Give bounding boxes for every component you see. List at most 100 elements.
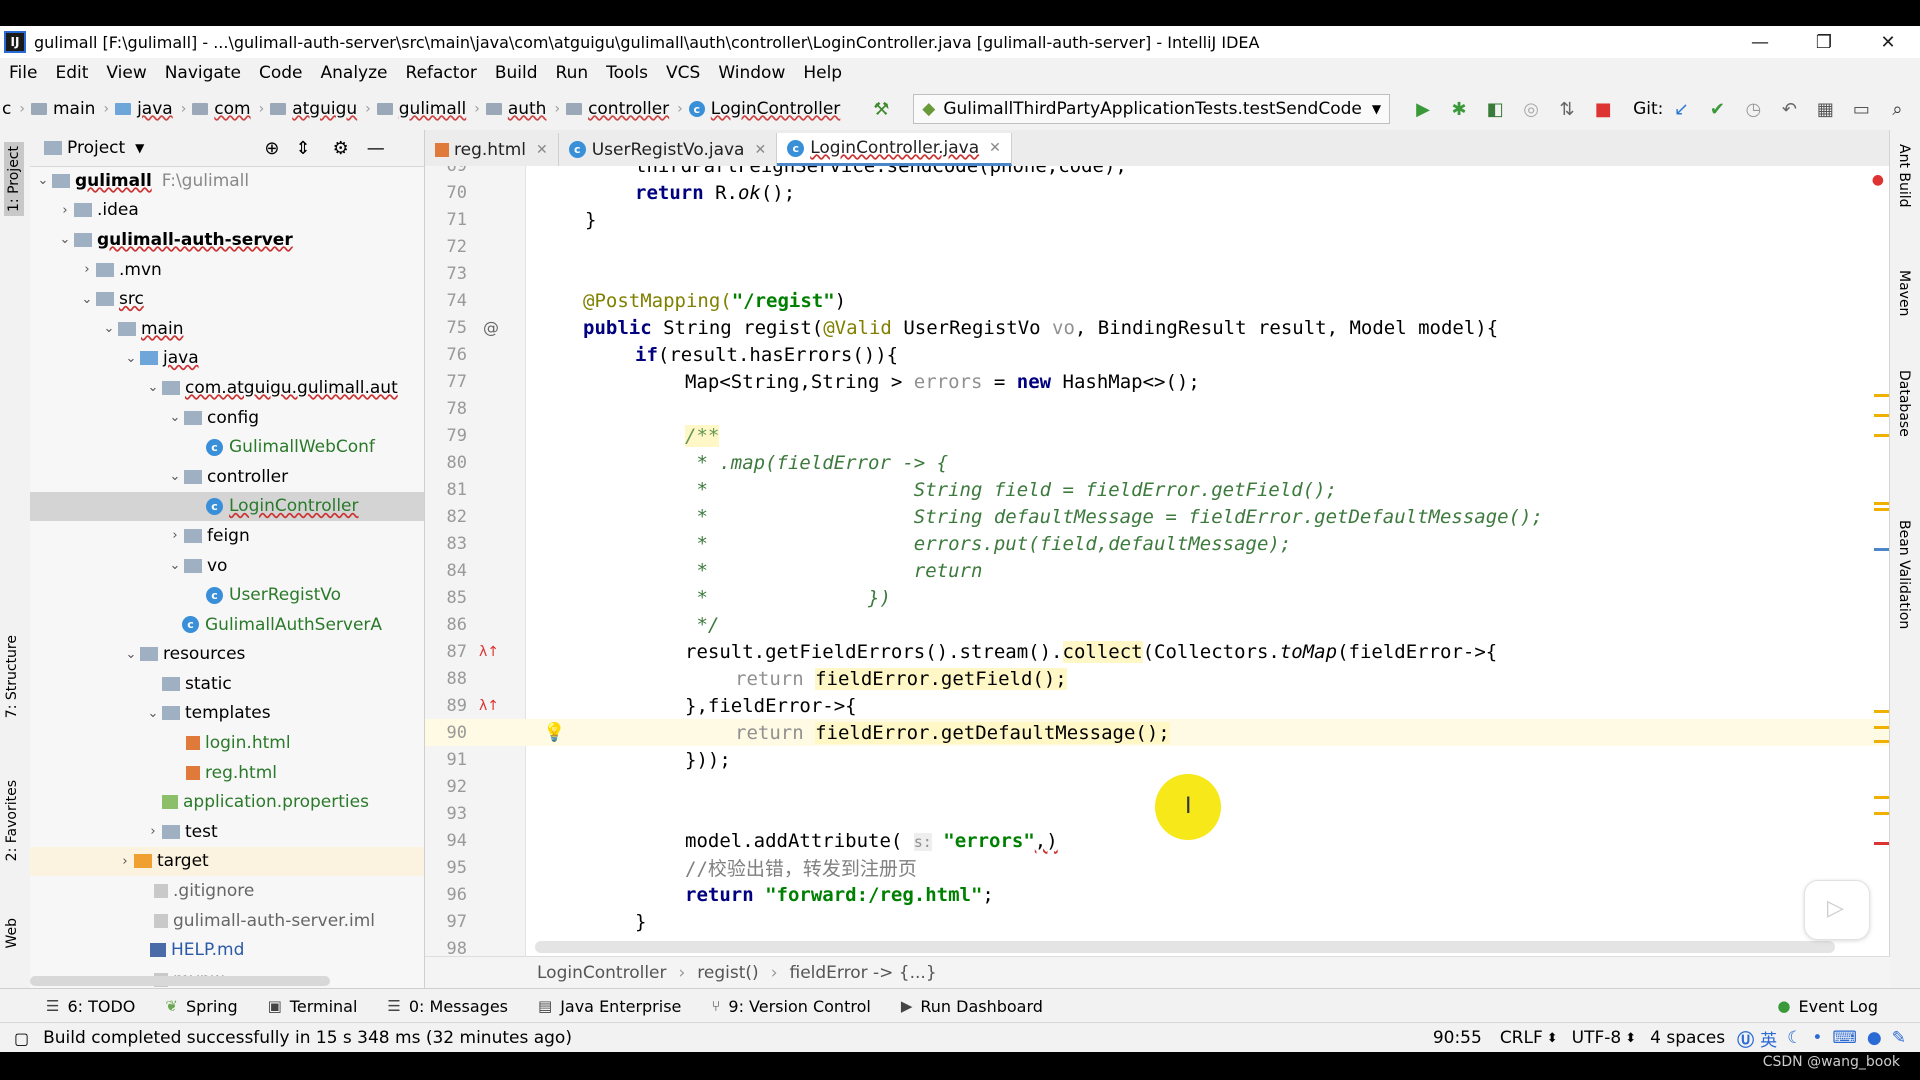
marker[interactable] [1874, 394, 1890, 397]
nav-crumb-gulimall[interactable]: gulimall › [376, 99, 480, 119]
menu-code[interactable]: Code [259, 63, 303, 83]
moon-icon[interactable]: ☾ [1787, 1028, 1802, 1048]
tab-logincontroller[interactable]: c LoginController.java ✕ [777, 133, 1012, 166]
tab-project-tool[interactable]: 1: Project [4, 142, 24, 216]
locate-icon[interactable]: ⊕ [264, 138, 279, 159]
breadcrumb-class[interactable]: LoginController [537, 963, 666, 983]
tree-item[interactable]: › target [30, 846, 424, 877]
todo-tool-button[interactable]: ☰ 6: TODO [46, 997, 135, 1016]
tree-item[interactable]: c GulimallWebConf [30, 432, 424, 462]
spring-tool-button[interactable]: ❦ Spring [165, 997, 237, 1016]
marker[interactable] [1874, 740, 1890, 743]
presentation-icon[interactable]: ▭ [1848, 96, 1874, 122]
git-commit-icon[interactable]: ✔ [1704, 96, 1730, 122]
menu-edit[interactable]: Edit [55, 63, 88, 83]
ime-logo-icon[interactable]: Ⓤ [1737, 1026, 1754, 1051]
marker[interactable] [1874, 842, 1890, 845]
menu-run[interactable]: Run [556, 63, 589, 83]
git-history-icon[interactable]: ◷ [1740, 96, 1766, 122]
status-panel-toggle-icon[interactable]: ▢ [14, 1029, 29, 1048]
tree-item[interactable]: › .mvn [30, 255, 424, 285]
run-dashboard-tool-button[interactable]: ▶ Run Dashboard [901, 997, 1043, 1016]
tree-item[interactable]: gulimall-auth-server.iml [30, 906, 424, 936]
version-control-tool-button[interactable]: ⑂ 9: Version Control [711, 997, 870, 1016]
tree-item-root[interactable]: ⌄ gulimall F:\gulimall [30, 166, 424, 196]
caret-position[interactable]: 90:55 [1433, 1028, 1482, 1048]
restore-icon[interactable]: ❐ [1792, 26, 1856, 58]
menu-tools[interactable]: Tools [606, 63, 648, 83]
lambda-marker-icon[interactable]: λ↑ [479, 698, 499, 714]
build-hammer-icon[interactable]: ⚒ [868, 96, 894, 122]
file-encoding[interactable]: UTF-8 [1572, 1028, 1622, 1048]
nav-crumb-java[interactable]: java › [115, 99, 186, 119]
menu-navigate[interactable]: Navigate [165, 63, 241, 83]
tree-item[interactable]: ⌄ main [30, 314, 424, 344]
run-icon[interactable]: ▶ [1410, 96, 1436, 122]
marker[interactable] [1874, 434, 1890, 437]
tree-item[interactable]: › test [30, 817, 424, 847]
tree-item[interactable]: application.properties [30, 787, 424, 817]
chevron-down-icon[interactable]: ▼ [135, 141, 144, 155]
tab-reg-html[interactable]: reg.html ✕ [425, 133, 559, 166]
tab-structure-tool[interactable]: 7: Structure [4, 635, 20, 718]
breadcrumb-lambda[interactable]: fieldError -> {...} [790, 963, 937, 983]
project-structure-icon[interactable]: ▦ [1812, 96, 1838, 122]
nav-crumb-com[interactable]: com › [192, 99, 264, 119]
tab-maven[interactable]: Maven [1896, 270, 1912, 316]
marker[interactable] [1874, 502, 1890, 505]
tree-item[interactable]: ⌄ gulimall-auth-server [30, 225, 424, 255]
nav-crumb-class[interactable]: c LoginController [688, 99, 840, 119]
menu-window[interactable]: Window [718, 63, 785, 83]
messages-tool-button[interactable]: ☰ 0: Messages [387, 997, 508, 1016]
close-icon[interactable]: ✕ [1856, 26, 1920, 58]
hide-panel-icon[interactable]: — [367, 138, 385, 159]
stop-icon[interactable]: ■ [1590, 96, 1616, 122]
close-icon[interactable]: ✕ [754, 142, 766, 158]
nav-crumb-auth[interactable]: auth › [485, 99, 560, 119]
lambda-marker-icon[interactable]: λ↑ [479, 644, 499, 660]
tab-web-tool[interactable]: Web [4, 918, 20, 949]
nav-crumb-controller[interactable]: controller › [566, 99, 683, 119]
tab-favorites-tool[interactable]: 2: Favorites [4, 780, 20, 861]
breadcrumb-method[interactable]: regist() [697, 963, 758, 983]
tree-item[interactable]: ⌄ templates [30, 699, 424, 729]
search-icon[interactable]: ⌕ [1884, 96, 1910, 122]
menu-analyze[interactable]: Analyze [321, 63, 388, 83]
editor-horizontal-scrollbar[interactable] [535, 941, 1835, 953]
tree-item[interactable]: c UserRegistVo [30, 580, 424, 610]
tree-item[interactable]: .gitignore [30, 876, 424, 906]
marker[interactable] [1874, 508, 1890, 511]
tree-item[interactable]: ⌄ resources [30, 640, 424, 670]
tab-ant-build[interactable]: Ant Build [1896, 144, 1912, 208]
nav-crumb-atguigu[interactable]: atguigu › [270, 99, 371, 119]
project-panel-title[interactable]: Project [67, 138, 125, 158]
terminal-tool-button[interactable]: ▣ Terminal [268, 997, 358, 1016]
tree-item[interactable]: HELP.md [30, 935, 424, 965]
menu-view[interactable]: View [106, 63, 146, 83]
attach-icon[interactable]: ⇅ [1554, 96, 1580, 122]
tree-item[interactable]: ⌄ com.atguigu.gulimall.aut [30, 373, 424, 403]
debug-icon[interactable]: ✱ [1446, 96, 1472, 122]
menu-help[interactable]: Help [803, 63, 842, 83]
tree-item[interactable]: login.html [30, 728, 424, 758]
override-marker-icon[interactable]: @ [483, 318, 499, 337]
marker[interactable] [1874, 796, 1890, 799]
tab-bean-validation[interactable]: Bean Validation [1896, 520, 1912, 629]
run-config-dropdown[interactable]: ◆ GulimallThirdPartyApplicationTests.tes… [913, 94, 1391, 124]
marker[interactable] [1874, 812, 1890, 815]
tree-item[interactable]: static [30, 669, 424, 699]
profile-icon[interactable]: ◎ [1518, 96, 1544, 122]
error-indicator-icon[interactable]: ● [1872, 172, 1884, 188]
tree-item[interactable]: ⌄ vo [30, 551, 424, 581]
java-enterprise-tool-button[interactable]: ▤ Java Enterprise [538, 997, 681, 1016]
ime-language[interactable]: 英 [1760, 1026, 1777, 1051]
event-log-tool-button[interactable]: ● Event Log [1777, 997, 1878, 1016]
nav-crumb-lead[interactable]: c › [2, 99, 25, 119]
nav-crumb-main[interactable]: main › [30, 99, 109, 119]
menu-refactor[interactable]: Refactor [406, 63, 477, 83]
punctuation-icon[interactable]: • [1812, 1028, 1822, 1048]
tree-item[interactable]: reg.html [30, 758, 424, 788]
line-separator[interactable]: CRLF [1500, 1028, 1543, 1048]
close-icon[interactable]: ✕ [989, 140, 1001, 156]
coverage-icon[interactable]: ◧ [1482, 96, 1508, 122]
